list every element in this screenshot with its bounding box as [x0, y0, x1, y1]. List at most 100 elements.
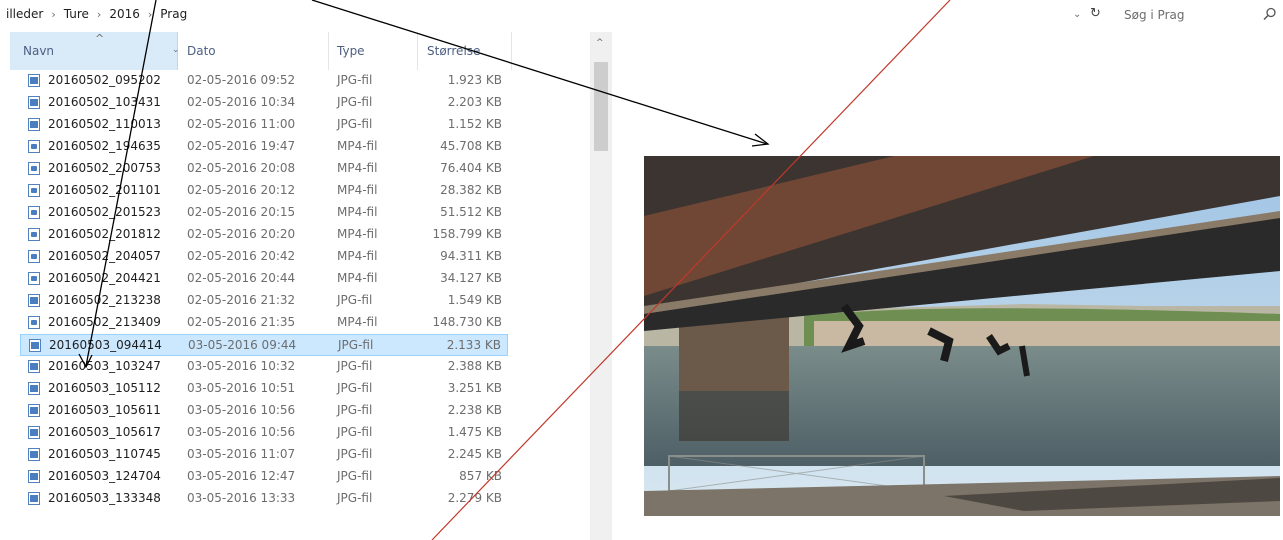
file-name: 20160502_201101: [48, 183, 161, 197]
file-name: 20160503_133348: [48, 491, 161, 505]
scrollbar-thumb[interactable]: [594, 62, 608, 151]
file-name: 20160502_194635: [48, 139, 161, 153]
video-file-icon: [28, 162, 40, 175]
scroll-up-icon[interactable]: ^: [596, 38, 604, 48]
column-header-name[interactable]: ^ Navn: [10, 32, 178, 70]
video-file-icon: [28, 206, 40, 219]
file-name: 20160502_095202: [48, 73, 161, 87]
file-name: 20160502_201523: [48, 205, 161, 219]
file-type: MP4-fil: [337, 161, 378, 175]
image-file-icon: [29, 339, 41, 352]
file-size: 76.404 KB: [440, 161, 502, 175]
file-size: 2.203 KB: [447, 95, 502, 109]
file-date: 02-05-2016 20:08: [187, 161, 296, 175]
file-date: 02-05-2016 19:47: [187, 139, 296, 153]
file-size: 2.245 KB: [447, 447, 502, 461]
file-name: 20160503_103247: [48, 359, 161, 373]
file-date: 03-05-2016 10:51: [187, 381, 296, 395]
vertical-scrollbar[interactable]: ^: [590, 32, 612, 540]
file-row[interactable]: 20160502_200753 02-05-2016 20:08 MP4-fil 76…: [20, 158, 508, 180]
file-row[interactable]: 20160503_124704 03-05-2016 12:47 JPG-fil 85…: [20, 466, 508, 488]
file-row[interactable]: 20160502_204057 02-05-2016 20:42 MP4-fil 94…: [20, 246, 508, 268]
file-name: 20160502_110013: [48, 117, 161, 131]
column-header-label: Størrelse: [427, 44, 481, 58]
address-bar[interactable]: illeder › Ture › 2016 › Prag ⌄ ↻ Søg i Prag: [0, 0, 1283, 32]
file-row[interactable]: 20160503_103247 03-05-2016 10:32 JPG-fil 2.…: [20, 356, 508, 378]
file-list-pane[interactable]: ^ Navn ⌄ Dato Type Størrelse 20160502_09…: [0, 32, 612, 540]
file-row[interactable]: 20160502_201812 02-05-2016 20:20 MP4-fil 15…: [20, 224, 508, 246]
search-placeholder: Søg i Prag: [1124, 8, 1185, 22]
breadcrumb-item[interactable]: illeder: [6, 7, 43, 21]
image-file-icon: [28, 404, 40, 417]
image-file-icon: [28, 492, 40, 505]
file-row[interactable]: 20160503_105611 03-05-2016 10:56 JPG-fil 2.…: [20, 400, 508, 422]
file-size: 2.238 KB: [447, 403, 502, 417]
file-row[interactable]: 20160502_095202 02-05-2016 09:52 JPG-fil 1.…: [20, 70, 508, 92]
file-date: 02-05-2016 21:32: [187, 293, 296, 307]
file-type: JPG-fil: [338, 338, 374, 352]
file-type: JPG-fil: [337, 425, 373, 439]
file-date: 03-05-2016 12:47: [187, 469, 296, 483]
video-file-icon: [28, 140, 40, 153]
file-date: 03-05-2016 13:33: [187, 491, 296, 505]
file-type: MP4-fil: [337, 183, 378, 197]
file-size: 158.799 KB: [432, 227, 502, 241]
file-row[interactable]: 20160502_194635 02-05-2016 19:47 MP4-fil 45…: [20, 136, 508, 158]
file-row[interactable]: 20160502_204421 02-05-2016 20:44 MP4-fil 34…: [20, 268, 508, 290]
chevron-down-icon[interactable]: ⌄: [172, 45, 180, 55]
file-name: 20160502_204421: [48, 271, 161, 285]
file-size: 2.388 KB: [447, 359, 502, 373]
file-size: 94.311 KB: [440, 249, 502, 263]
file-row[interactable]: 20160502_103431 02-05-2016 10:34 JPG-fil 2.…: [20, 92, 508, 114]
file-date: 02-05-2016 21:35: [187, 315, 296, 329]
file-date: 02-05-2016 20:12: [187, 183, 296, 197]
file-row[interactable]: 20160503_110745 03-05-2016 11:07 JPG-fil 2.…: [20, 444, 508, 466]
video-file-icon: [28, 228, 40, 241]
search-input[interactable]: Søg i Prag: [1114, 3, 1283, 27]
file-size: 28.382 KB: [440, 183, 502, 197]
file-type: JPG-fil: [337, 293, 373, 307]
column-header-date[interactable]: ⌄ Dato: [172, 32, 329, 70]
file-size: 1.549 KB: [447, 293, 502, 307]
file-name: 20160503_094414: [49, 338, 162, 352]
refresh-icon[interactable]: ↻: [1090, 6, 1101, 21]
column-header-type[interactable]: Type: [329, 32, 418, 70]
image-file-icon: [28, 426, 40, 439]
video-file-icon: [28, 272, 40, 285]
file-row[interactable]: 20160503_133348 03-05-2016 13:33 JPG-fil 2.…: [20, 488, 508, 510]
file-type: JPG-fil: [337, 117, 373, 131]
breadcrumb[interactable]: illeder › Ture › 2016 › Prag: [6, 7, 187, 21]
search-icon[interactable]: [1263, 7, 1277, 21]
image-file-icon: [28, 470, 40, 483]
file-row-selected[interactable]: 20160503_094414 03-05-2016 09:44 JPG-fil 2.…: [20, 334, 508, 356]
file-row[interactable]: 20160502_201523 02-05-2016 20:15 MP4-fil 51…: [20, 202, 508, 224]
file-date: 02-05-2016 09:52: [187, 73, 296, 87]
image-file-icon: [28, 448, 40, 461]
file-size: 857 KB: [459, 469, 502, 483]
file-date: 03-05-2016 10:56: [187, 425, 296, 439]
breadcrumb-separator-icon: ›: [147, 8, 153, 21]
image-file-icon: [28, 360, 40, 373]
chevron-down-icon[interactable]: ⌄: [1073, 9, 1081, 20]
file-row[interactable]: 20160503_105617 03-05-2016 10:56 JPG-fil 1.…: [20, 422, 508, 444]
arrowhead-icon: [751, 133, 770, 147]
file-row[interactable]: 20160503_105112 03-05-2016 10:51 JPG-fil 3.…: [20, 378, 508, 400]
breadcrumb-item-current[interactable]: Prag: [160, 7, 187, 21]
file-row[interactable]: 20160502_213409 02-05-2016 21:35 MP4-fil 14…: [20, 312, 508, 334]
video-file-icon: [28, 316, 40, 329]
file-name: 20160503_105617: [48, 425, 161, 439]
column-header-size[interactable]: Størrelse: [418, 32, 512, 70]
file-size: 3.251 KB: [447, 381, 502, 395]
file-row[interactable]: 20160502_213238 02-05-2016 21:32 JPG-fil 1.…: [20, 290, 508, 312]
breadcrumb-item[interactable]: 2016: [109, 7, 140, 21]
file-row[interactable]: 20160502_110013 02-05-2016 11:00 JPG-fil 1.…: [20, 114, 508, 136]
file-row[interactable]: 20160502_201101 02-05-2016 20:12 MP4-fil 28…: [20, 180, 508, 202]
file-type: JPG-fil: [337, 95, 373, 109]
file-date: 02-05-2016 20:20: [187, 227, 296, 241]
file-name: 20160502_103431: [48, 95, 161, 109]
file-name: 20160502_213238: [48, 293, 161, 307]
sort-ascending-icon: ^: [95, 32, 105, 45]
file-type: MP4-fil: [337, 205, 378, 219]
breadcrumb-item[interactable]: Ture: [64, 7, 89, 21]
file-name: 20160502_200753: [48, 161, 161, 175]
